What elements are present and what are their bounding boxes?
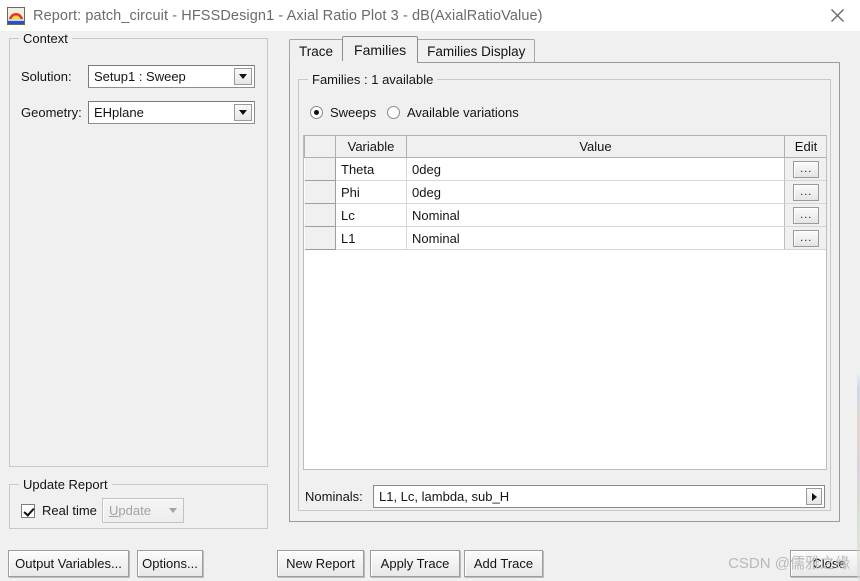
real-time-checkbox[interactable]: Real time — [21, 503, 97, 518]
edit-ellipsis-button[interactable]: ... — [793, 206, 820, 224]
solution-combo-value: Setup1 : Sweep — [94, 69, 186, 84]
chevron-down-icon — [168, 508, 177, 513]
title-bar: Report: patch_circuit - HFSSDesign1 - Ax… — [0, 0, 860, 31]
update-report-group-title: Update Report — [19, 477, 112, 492]
radio-available-variations-label: Available variations — [407, 105, 519, 120]
row-selector[interactable] — [304, 226, 336, 250]
tab-families-display[interactable]: Families Display — [417, 39, 536, 63]
chevron-down-icon[interactable] — [234, 104, 252, 121]
nominals-label: Nominals: — [305, 489, 363, 504]
families-group-title: Families : 1 available — [308, 72, 438, 87]
radio-icon — [310, 106, 323, 119]
edit-ellipsis-button[interactable]: ... — [793, 160, 820, 178]
apply-trace-button[interactable]: Apply Trace — [370, 550, 460, 577]
cell-variable: L1 — [335, 226, 407, 250]
table-row[interactable]: Lc Nominal ... — [304, 203, 826, 227]
hfss-app-icon — [6, 6, 26, 25]
column-header-select[interactable] — [304, 135, 336, 158]
cell-value[interactable]: 0deg — [406, 180, 785, 204]
radio-available-variations[interactable]: Available variations — [387, 105, 519, 120]
edit-ellipsis-button[interactable]: ... — [793, 183, 820, 201]
tab-trace[interactable]: Trace — [289, 39, 344, 63]
row-selector[interactable] — [304, 180, 336, 204]
close-button[interactable]: Close — [790, 550, 860, 577]
chevron-down-icon[interactable] — [234, 68, 252, 85]
cell-edit: ... — [784, 180, 826, 204]
solution-label: Solution: — [21, 69, 72, 84]
cell-value[interactable]: Nominal — [406, 203, 785, 227]
cell-edit: ... — [784, 203, 826, 227]
close-icon[interactable] — [814, 0, 860, 31]
geometry-label: Geometry: — [21, 105, 82, 120]
cell-variable: Phi — [335, 180, 407, 204]
table-row[interactable]: Theta 0deg ... — [304, 157, 826, 181]
column-header-edit[interactable]: Edit — [784, 135, 826, 158]
context-group-title: Context — [19, 31, 72, 46]
families-table: Variable Value Edit Theta 0deg ... Phi 0… — [304, 135, 826, 250]
cell-value[interactable]: Nominal — [406, 226, 785, 250]
radio-icon — [387, 106, 400, 119]
column-header-value[interactable]: Value — [406, 135, 785, 158]
report-dialog: Report: patch_circuit - HFSSDesign1 - Ax… — [0, 0, 860, 581]
cell-edit: ... — [784, 157, 826, 181]
cell-edit: ... — [784, 226, 826, 250]
table-header-row: Variable Value Edit — [304, 135, 826, 158]
row-selector[interactable] — [304, 157, 336, 181]
new-report-button[interactable]: New Report — [277, 550, 364, 577]
update-button-label: Update — [109, 503, 151, 518]
nominals-value: L1, Lc, lambda, sub_H — [379, 489, 510, 504]
radio-sweeps-label: Sweeps — [330, 105, 377, 120]
chevron-right-icon[interactable] — [806, 488, 822, 505]
families-table-container[interactable]: Variable Value Edit Theta 0deg ... Phi 0… — [303, 135, 827, 470]
checkbox-icon — [21, 503, 35, 518]
radio-sweeps[interactable]: Sweeps — [310, 105, 376, 120]
cell-variable: Lc — [335, 203, 407, 227]
edit-ellipsis-button[interactable]: ... — [793, 229, 820, 247]
nominals-field[interactable]: L1, Lc, lambda, sub_H — [373, 485, 825, 508]
tab-families[interactable]: Families — [342, 36, 419, 63]
tab-strip: Trace Families Families Display — [289, 36, 536, 63]
update-button-rest: pdate — [118, 503, 151, 518]
cell-variable: Theta — [335, 157, 407, 181]
geometry-combo[interactable]: EHplane — [88, 101, 255, 124]
update-button[interactable]: Update — [102, 498, 184, 523]
cell-value[interactable]: 0deg — [406, 157, 785, 181]
real-time-label: Real time — [42, 503, 97, 518]
window-title: Report: patch_circuit - HFSSDesign1 - Ax… — [33, 7, 543, 24]
output-variables-button[interactable]: Output Variables... — [8, 550, 129, 577]
column-header-variable[interactable]: Variable — [335, 135, 407, 158]
table-row[interactable]: Phi 0deg ... — [304, 180, 826, 204]
solution-combo[interactable]: Setup1 : Sweep — [88, 65, 255, 88]
geometry-combo-value: EHplane — [94, 105, 144, 120]
row-selector[interactable] — [304, 203, 336, 227]
options-button[interactable]: Options... — [137, 550, 203, 577]
tab-panel-notch — [290, 61, 386, 63]
add-trace-button[interactable]: Add Trace — [464, 550, 543, 577]
table-row[interactable]: L1 Nominal ... — [304, 226, 826, 250]
